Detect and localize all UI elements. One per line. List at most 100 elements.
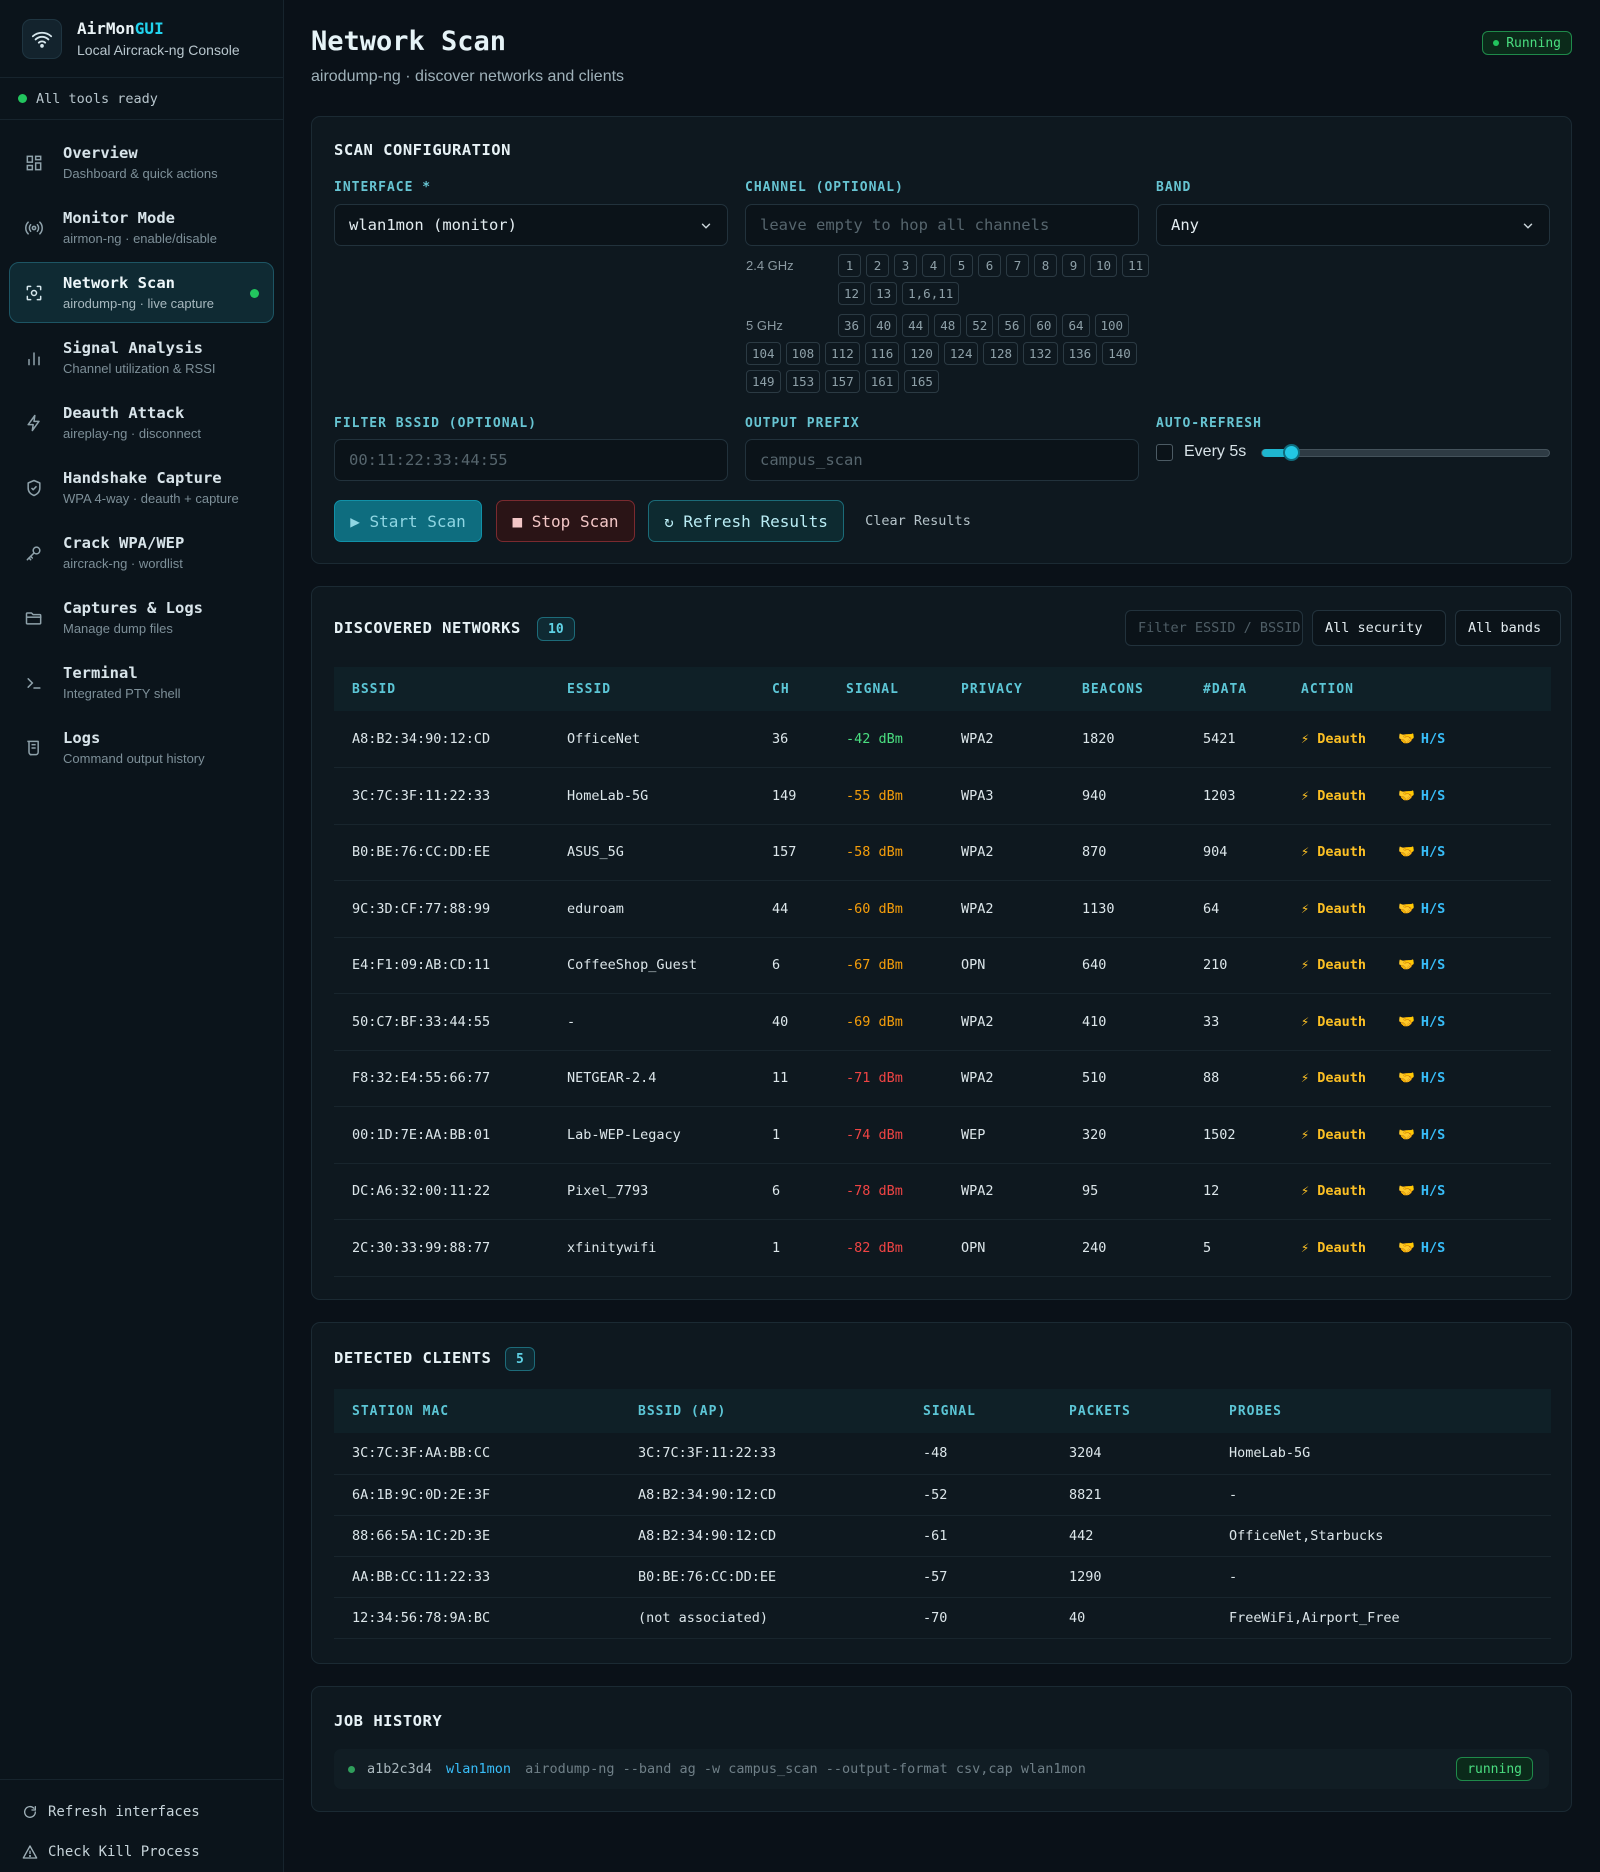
handshake-button[interactable]: 🤝 H/S <box>1398 901 1445 917</box>
sidebar-item-network-scan[interactable]: Network Scan airodump-ng · live capture <box>9 262 274 323</box>
handshake-button[interactable]: 🤝 H/S <box>1398 788 1445 804</box>
channel-chip[interactable]: 3 <box>894 254 917 277</box>
output-prefix-input[interactable]: campus_scan <box>745 439 1139 481</box>
security-filter-select[interactable]: All security <box>1312 610 1446 646</box>
channel-chip[interactable]: 104 <box>746 342 781 365</box>
filter-bssid-input[interactable]: 00:11:22:33:44:55 <box>334 439 728 481</box>
job-row[interactable]: a1b2c3d4 wlan1mon airodump-ng --band ag … <box>334 1749 1549 1789</box>
sidebar-item-handshake-capture[interactable]: Handshake Capture WPA 4-way · deauth + ca… <box>9 457 274 518</box>
band-select[interactable]: Any <box>1156 204 1550 246</box>
channel-chip[interactable]: 116 <box>864 342 900 365</box>
refresh-results-button[interactable]: ↻ Refresh Results <box>648 500 844 542</box>
deauth-button[interactable]: ⚡ Deauth <box>1301 1070 1366 1086</box>
table-row[interactable]: 00:1D:7E:AA:BB:01 Lab-WEP-Legacy 1 -74 dBm W… <box>334 1106 1551 1164</box>
table-row[interactable]: 12:34:56:78:9A:BC (not associated) -70 40 Fr… <box>334 1597 1551 1639</box>
channel-chip[interactable]: 161 <box>864 370 900 393</box>
channel-chip[interactable]: 149 <box>746 370 781 393</box>
deauth-button[interactable]: ⚡ Deauth <box>1301 1127 1366 1143</box>
channel-chip[interactable]: 165 <box>904 370 939 393</box>
deauth-button[interactable]: ⚡ Deauth <box>1301 844 1366 860</box>
channel-chip[interactable]: 60 <box>1030 314 1058 337</box>
slider-thumb[interactable] <box>1282 444 1300 461</box>
channel-input[interactable]: leave empty to hop all channels <box>745 204 1139 246</box>
table-row[interactable]: 2C:30:33:99:88:77 xfinitywifi 1 -82 dBm OPN 2… <box>334 1219 1551 1277</box>
table-row[interactable]: 50:C7:BF:33:44:55-40 -69 dBm WPA2 410 33 ⚡ De… <box>334 993 1551 1051</box>
channel-chip[interactable]: 140 <box>1102 342 1137 365</box>
deauth-button[interactable]: ⚡ Deauth <box>1301 788 1366 804</box>
table-row[interactable]: 9C:3D:CF:77:88:99 eduroam 44 -60 dBm WPA2 113… <box>334 880 1551 938</box>
table-row[interactable]: DC:A6:32:00:11:22 Pixel_7793 6 -78 dBm WPA2 9… <box>334 1163 1551 1220</box>
column-header[interactable]: ESSID <box>549 667 754 711</box>
stop-scan-button[interactable]: ■ Stop Scan <box>496 500 635 542</box>
channel-chip[interactable]: 112 <box>825 342 860 365</box>
channel-chip[interactable]: 56 <box>998 314 1026 337</box>
interface-select[interactable]: wlan1mon (monitor) <box>334 204 728 246</box>
channel-chip[interactable]: 132 <box>1023 342 1058 365</box>
channel-chip[interactable]: 64 <box>1062 314 1090 337</box>
channel-chip[interactable]: 7 <box>1006 254 1029 277</box>
sidebar-item-overview[interactable]: Overview Dashboard & quick actions <box>9 132 274 193</box>
channel-chip[interactable]: 128 <box>983 342 1019 365</box>
handshake-button[interactable]: 🤝 H/S <box>1398 1127 1445 1143</box>
handshake-button[interactable]: 🤝 H/S <box>1398 731 1445 747</box>
table-row[interactable]: 88:66:5A:1C:2D:3E A8:B2:34:90:12:CD -61 442… <box>334 1515 1551 1557</box>
channel-chip[interactable]: 4 <box>922 254 945 277</box>
channel-chip[interactable]: 11 <box>1122 254 1150 277</box>
channel-chip[interactable]: 1 <box>838 254 861 277</box>
column-header[interactable]: BSSID <box>334 667 549 711</box>
channel-chip[interactable]: 9 <box>1062 254 1085 277</box>
auto-refresh-checkbox[interactable] <box>1156 444 1173 461</box>
sidebar-item-crack[interactable]: Crack WPA/WEP aircrack-ng · wordlist <box>9 522 274 583</box>
table-row[interactable]: 3C:7C:3F:AA:BB:CC 3C:7C:3F:11:22:33 -48 320… <box>334 1433 1551 1475</box>
sidebar-item-logs[interactable]: Logs Command output history <box>9 717 274 778</box>
sidebar-item-signal-analysis[interactable]: Signal Analysis Channel utilization & RSS… <box>9 327 274 388</box>
handshake-button[interactable]: 🤝 H/S <box>1398 957 1445 973</box>
column-header[interactable]: #DATA <box>1185 667 1283 711</box>
channel-chip[interactable]: 100 <box>1094 314 1130 337</box>
channel-chip[interactable]: 6 <box>978 254 1001 277</box>
channel-chip[interactable]: 52 <box>966 314 994 337</box>
channel-chip[interactable]: 40 <box>870 314 898 337</box>
channel-chip[interactable]: 5 <box>950 254 973 277</box>
table-row[interactable]: E4:F1:09:AB:CD:11 CoffeeShop_Guest 6 -67 dB… <box>334 937 1551 994</box>
channel-chip[interactable]: 44 <box>902 314 930 337</box>
network-filter-input[interactable]: Filter ESSID / BSSID <box>1125 610 1303 646</box>
sidebar-item-deauth-attack[interactable]: Deauth Attack aireplay-ng · disconnect <box>9 392 274 453</box>
channel-chip[interactable]: 12 <box>838 282 866 305</box>
channel-chip[interactable]: 1,6,11 <box>902 282 960 305</box>
handshake-button[interactable]: 🤝 H/S <box>1398 1070 1445 1086</box>
deauth-button[interactable]: ⚡ Deauth <box>1301 731 1366 747</box>
channel-chip[interactable]: 124 <box>943 342 979 365</box>
deauth-button[interactable]: ⚡ Deauth <box>1301 901 1366 917</box>
column-header[interactable]: CH <box>754 667 828 711</box>
column-header[interactable]: PRIVACY <box>943 667 1064 711</box>
clear-results-button[interactable]: Clear Results <box>858 500 978 542</box>
sidebar-item-captures-logs[interactable]: Captures & Logs Manage dump files <box>9 587 274 648</box>
handshake-button[interactable]: 🤝 H/S <box>1398 1014 1445 1030</box>
column-header[interactable]: SIGNAL <box>828 667 943 711</box>
deauth-button[interactable]: ⚡ Deauth <box>1301 957 1366 973</box>
deauth-button[interactable]: ⚡ Deauth <box>1301 1240 1366 1256</box>
channel-chip[interactable]: 153 <box>785 370 821 393</box>
table-row[interactable]: A8:B2:34:90:12:CD OfficeNet 36 -42 dBm WPA2 1… <box>334 711 1551 768</box>
sidebar-item-monitor-mode[interactable]: Monitor Mode airmon-ng · enable/disable <box>9 197 274 258</box>
table-row[interactable]: 3C:7C:3F:11:22:33 HomeLab-5G 149 -55 dBm WPA… <box>334 767 1551 825</box>
handshake-button[interactable]: 🤝 H/S <box>1398 844 1445 860</box>
channel-chip[interactable]: 13 <box>870 282 898 305</box>
refresh-interfaces-button[interactable]: Refresh interfaces <box>0 1792 283 1832</box>
handshake-button[interactable]: 🤝 H/S <box>1398 1183 1445 1199</box>
channel-chip[interactable]: 2 <box>866 254 889 277</box>
channel-chip[interactable]: 8 <box>1034 254 1057 277</box>
handshake-button[interactable]: 🤝 H/S <box>1398 1240 1445 1256</box>
channel-chip[interactable]: 36 <box>838 314 866 337</box>
table-row[interactable]: AA:BB:CC:11:22:33 B0:BE:76:CC:DD:EE -57 129… <box>334 1556 1551 1598</box>
deauth-button[interactable]: ⚡ Deauth <box>1301 1014 1366 1030</box>
check-kill-button[interactable]: Check Kill Process <box>0 1832 283 1872</box>
column-header[interactable]: BEACONS <box>1064 667 1185 711</box>
table-row[interactable]: F8:32:E4:55:66:77 NETGEAR-2.4 11 -71 dBm WPA… <box>334 1050 1551 1107</box>
table-row[interactable]: 6A:1B:9C:0D:2E:3F A8:B2:34:90:12:CD -52 882… <box>334 1474 1551 1516</box>
bands-filter-select[interactable]: All bands <box>1455 610 1561 646</box>
channel-chip[interactable]: 108 <box>785 342 821 365</box>
deauth-button[interactable]: ⚡ Deauth <box>1301 1183 1366 1199</box>
start-scan-button[interactable]: ▶ Start Scan <box>334 500 482 542</box>
